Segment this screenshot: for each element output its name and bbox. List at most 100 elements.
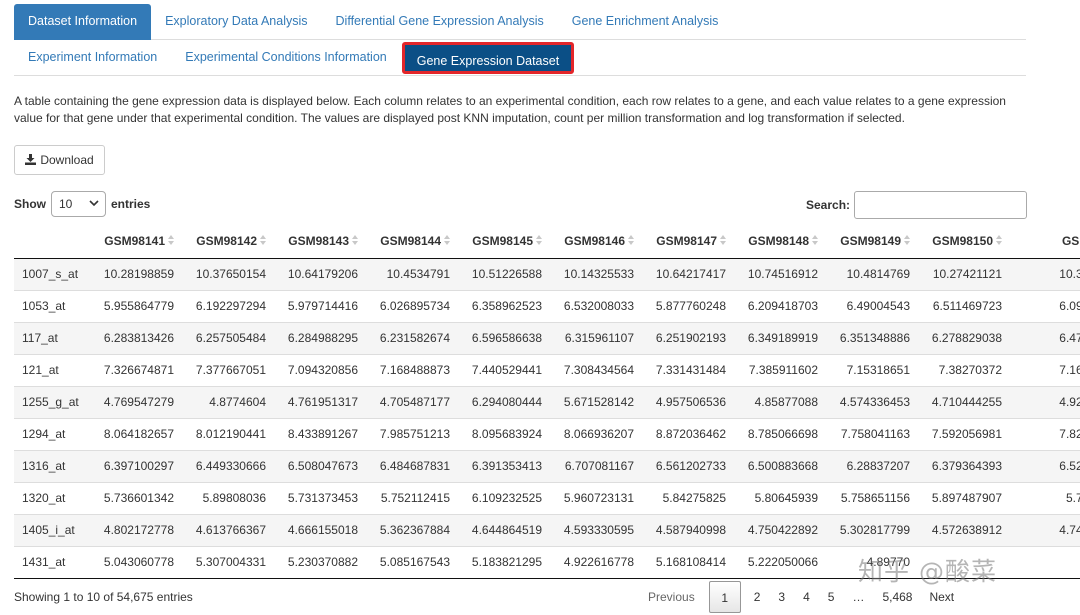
sample-column-header[interactable]: GSM98146: [552, 225, 644, 259]
expression-value-cell: 6.026895734: [368, 289, 460, 322]
column-header-label: GSM98146: [564, 234, 625, 249]
expression-value-cell: 6.251902193: [644, 321, 736, 354]
expression-value-cell: 10.37650154: [184, 257, 276, 290]
expression-value-cell: 5.84275825: [644, 481, 736, 514]
expression-value-cell: 8.095683924: [460, 417, 552, 450]
expression-value-cell: 7.758041163: [828, 417, 920, 450]
expression-value-cell: 7.331431484: [644, 353, 736, 386]
expression-value-cell: 4.587940998: [644, 513, 736, 546]
table-row[interactable]: 121_at 7.326674871 7.377667051 7.094320856 7…: [14, 353, 1080, 386]
expression-value-cell: 4.957506536: [644, 385, 736, 418]
expression-value-cell: 10.27421121: [920, 257, 1012, 290]
table-row[interactable]: 1007_s_at 10.28198859 10.37650154 10.641792…: [14, 257, 1080, 290]
tab-gene-expression-dataset[interactable]: Gene Expression Dataset: [401, 42, 575, 74]
expression-value-cell: 4.574336453: [828, 385, 920, 418]
chevron-down-icon: [89, 199, 99, 210]
expression-value-cell: 6.278829038: [920, 321, 1012, 354]
sample-column-header[interactable]: GSM98143: [276, 225, 368, 259]
expression-value-cell: 7.094320856: [276, 353, 368, 386]
sort-icon: [536, 235, 542, 247]
tab-dataset-information[interactable]: Dataset Information: [14, 4, 152, 40]
watermark: 知乎 @酸菜: [858, 557, 997, 586]
gene-id-cell: 121_at: [14, 353, 92, 386]
table-row[interactable]: 117_at 6.283813426 6.257505484 6.284988295 6…: [14, 321, 1080, 354]
table-row[interactable]: 1316_at 6.397100297 6.449330666 6.508047673…: [14, 449, 1080, 482]
expression-value-cell: 4.572638912: [920, 513, 1012, 546]
expression-value-cell: 6.508047673: [276, 449, 368, 482]
sample-column-header[interactable]: GSM98144: [368, 225, 460, 259]
sort-icon: [996, 235, 1002, 247]
expression-value-cell: 6.358962523: [460, 289, 552, 322]
gene-column-header[interactable]: [14, 225, 92, 259]
page-length-value: 10: [59, 197, 73, 211]
expression-value-cell: 5.168108414: [644, 545, 736, 579]
tab-experimental-conditions-information[interactable]: Experimental Conditions Information: [171, 40, 401, 76]
table-row[interactable]: 1053_at 5.955864779 6.192297294 5.979714416…: [14, 289, 1080, 322]
page-length-select[interactable]: 10: [51, 191, 106, 217]
gene-id-cell: 1007_s_at: [14, 257, 92, 290]
expression-value-cell: 7.8250324: [1012, 417, 1080, 450]
expression-value-cell: 4.7410182: [1012, 513, 1080, 546]
expression-value-cell: 7.15318651: [828, 353, 920, 386]
show-label: Show: [14, 197, 46, 211]
expression-value-cell: 5.710567: [1012, 481, 1080, 514]
sort-icon: [444, 235, 450, 247]
table-body: 1007_s_at 10.28198859 10.37650154 10.641792…: [14, 257, 1080, 579]
expression-value-cell: 6.5266835: [1012, 449, 1080, 482]
download-button[interactable]: Download: [14, 145, 105, 175]
page-length-control: Show 10 entries: [14, 191, 150, 217]
sample-column-header[interactable]: GSM98142: [184, 225, 276, 259]
sort-icon: [260, 235, 266, 247]
previous-button[interactable]: Previous: [636, 581, 705, 613]
page-button[interactable]: 5: [820, 581, 843, 613]
sample-column-header[interactable]: GSM98147: [644, 225, 736, 259]
expression-value-cell: 6.707081167: [552, 449, 644, 482]
expression-value-cell: 4.761951317: [276, 385, 368, 418]
page-button[interactable]: 3: [770, 581, 793, 613]
sample-column-header[interactable]: GSM98141: [92, 225, 184, 259]
expression-value-cell: 10.4534791: [368, 257, 460, 290]
expression-value-cell: 6.231582674: [368, 321, 460, 354]
expression-value-cell: 6.284988295: [276, 321, 368, 354]
sample-column-header[interactable]: GSM98149: [828, 225, 920, 259]
sample-column-header[interactable]: GSM98145: [460, 225, 552, 259]
expression-value-cell: 7.385911602: [736, 353, 828, 386]
expression-value-cell: 6.484687831: [368, 449, 460, 482]
expression-value-cell: 5.085167543: [368, 545, 460, 579]
table-header-row: GSM98141 GSM98142 GSM98143 GSM98144 GSM98145…: [14, 225, 1080, 259]
page-button[interactable]: 4: [795, 581, 818, 613]
expression-value-cell: 6.351348886: [828, 321, 920, 354]
gene-id-cell: 1320_at: [14, 481, 92, 514]
expression-value-cell: 5.307004331: [184, 545, 276, 579]
tab-experiment-information[interactable]: Experiment Information: [14, 40, 171, 76]
expression-value-cell: 6.49004543: [828, 289, 920, 322]
table-row[interactable]: 1255_g_at 4.769547279 4.8774604 4.761951317…: [14, 385, 1080, 418]
expression-value-cell: 5.183821295: [460, 545, 552, 579]
expression-value-cell: 4.9231313: [1012, 385, 1080, 418]
expression-value-cell: 6.209418703: [736, 289, 828, 322]
tab-gene-enrichment-analysis[interactable]: Gene Enrichment Analysis: [558, 4, 733, 40]
tab-exploratory-data-analysis[interactable]: Exploratory Data Analysis: [151, 4, 321, 40]
expression-value-cell: 8.066936207: [552, 417, 644, 450]
sort-icon: [720, 235, 726, 247]
table-row[interactable]: 1405_i_at 4.802172778 4.613766367 4.6661550…: [14, 513, 1080, 546]
expression-value-cell: [1012, 545, 1080, 579]
page-button-current[interactable]: 1: [708, 581, 741, 613]
table-row[interactable]: 1294_at 8.064182657 8.012190441 8.433891267…: [14, 417, 1080, 450]
sample-column-header[interactable]: GSM98150: [920, 225, 1012, 259]
expression-value-cell: 6.349189919: [736, 321, 828, 354]
expression-value-cell: 6.596586638: [460, 321, 552, 354]
expression-value-cell: 5.955864779: [92, 289, 184, 322]
table-row[interactable]: 1320_at 5.736601342 5.89808036 5.731373453 5…: [14, 481, 1080, 514]
sample-column-header[interactable]: GSM9815: [1012, 225, 1080, 259]
sample-column-header[interactable]: GSM98148: [736, 225, 828, 259]
expression-value-cell: 6.294080444: [460, 385, 552, 418]
download-label: Download: [40, 153, 94, 167]
tab-differential-gene-expression-analysis[interactable]: Differential Gene Expression Analysis: [322, 4, 558, 40]
page-button[interactable]: 2: [746, 581, 769, 613]
expression-value-cell: 8.872036462: [644, 417, 736, 450]
entries-label: entries: [111, 197, 151, 211]
expression-value-cell: 10.64217417: [644, 257, 736, 290]
gene-id-cell: 1316_at: [14, 449, 92, 482]
search-input[interactable]: [854, 191, 1028, 219]
